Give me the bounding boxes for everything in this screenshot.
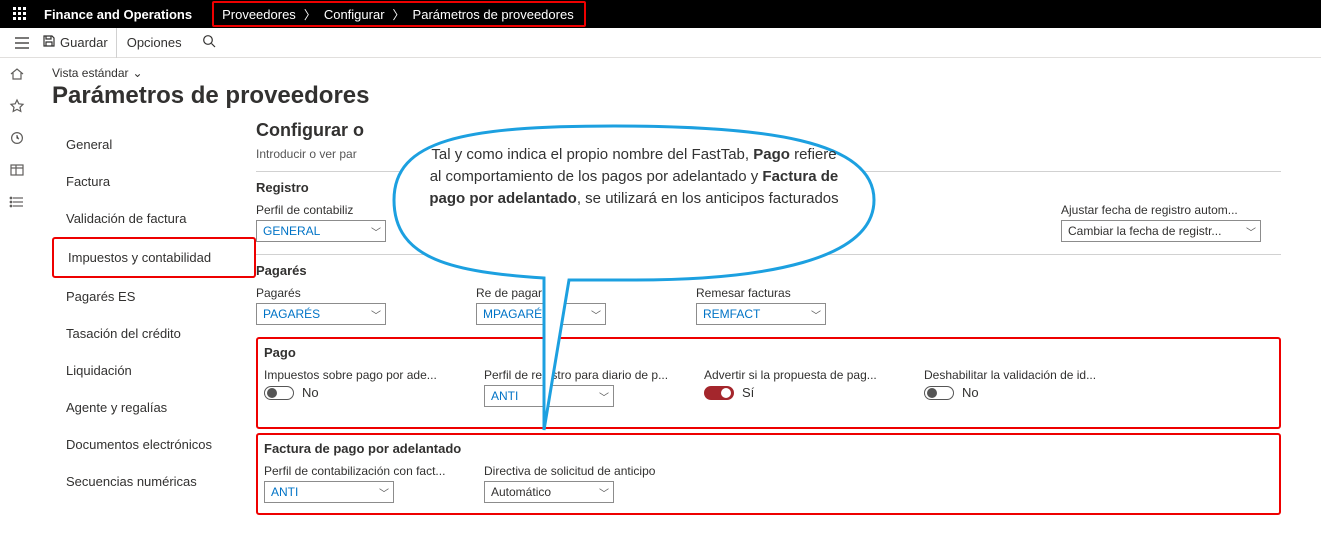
clock-icon[interactable] bbox=[9, 130, 25, 146]
ajustar-dropdown[interactable]: Cambiar la fecha de registr...﹀ bbox=[1061, 220, 1261, 242]
hamburger-icon[interactable] bbox=[8, 29, 36, 57]
sidenav-item-secuencias[interactable]: Secuencias numéricas bbox=[52, 463, 256, 500]
sidenav-item-impuestos[interactable]: Impuestos y contabilidad bbox=[52, 237, 256, 278]
annotation-callout: Tal y como indica el propio nombre del F… bbox=[334, 120, 894, 320]
directiva-dropdown[interactable]: Automático﹀ bbox=[484, 481, 614, 503]
content: Vista estándar ⌄ Parámetros de proveedor… bbox=[34, 58, 1321, 555]
sidenav-item-liquidacion[interactable]: Liquidación bbox=[52, 352, 256, 389]
sidenav-item-general[interactable]: General bbox=[52, 126, 256, 163]
brand-label: Finance and Operations bbox=[40, 7, 206, 22]
view-selector[interactable]: Vista estándar ⌄ bbox=[52, 66, 1321, 80]
perfilfact-dropdown[interactable]: ANTI﹀ bbox=[264, 481, 394, 503]
toggle-text: No bbox=[302, 385, 319, 400]
list-icon[interactable] bbox=[9, 194, 25, 210]
chevron-down-icon: ﹀ bbox=[599, 485, 609, 500]
breadcrumb-item[interactable]: Configurar bbox=[324, 7, 385, 22]
save-button[interactable]: Guardar bbox=[38, 28, 117, 58]
directiva-label: Directiva de solicitud de anticipo bbox=[484, 464, 684, 478]
page-title: Parámetros de proveedores bbox=[52, 82, 1321, 110]
toolbar: Guardar Opciones bbox=[0, 28, 1321, 58]
callout-text: , se utilizará en los anticipos facturad… bbox=[577, 190, 839, 207]
chevron-right-icon: 〉 bbox=[393, 6, 405, 23]
sidenav-item-documentos[interactable]: Documentos electrónicos bbox=[52, 426, 256, 463]
search-icon[interactable] bbox=[192, 34, 226, 51]
sidenav-item-validacion[interactable]: Validación de factura bbox=[52, 200, 256, 237]
imp-toggle[interactable] bbox=[264, 386, 294, 400]
breadcrumb-item[interactable]: Parámetros de proveedores bbox=[413, 7, 574, 22]
save-icon bbox=[42, 34, 56, 51]
waffle-icon[interactable] bbox=[0, 0, 40, 28]
callout-text: Tal y como indica el propio nombre del F… bbox=[431, 146, 753, 163]
chevron-down-icon: ⌄ bbox=[133, 66, 143, 80]
deshab-label: Deshabilitar la validación de id... bbox=[924, 368, 1124, 382]
deshab-toggle[interactable] bbox=[924, 386, 954, 400]
save-label: Guardar bbox=[60, 35, 108, 50]
sidenav-item-tasacion[interactable]: Tasación del crédito bbox=[52, 315, 256, 352]
left-rail bbox=[0, 58, 34, 555]
breadcrumb: Proveedores 〉 Configurar 〉 Parámetros de… bbox=[212, 1, 586, 27]
fasttab-facturapa[interactable]: Factura de pago por adelantado bbox=[264, 441, 1273, 462]
home-icon[interactable] bbox=[9, 66, 25, 82]
sidenav-item-pagareses[interactable]: Pagarés ES bbox=[52, 278, 256, 315]
chevron-down-icon: ﹀ bbox=[1246, 224, 1256, 239]
toggle-text: No bbox=[962, 385, 979, 400]
app-header: Finance and Operations Proveedores 〉 Con… bbox=[0, 0, 1321, 28]
perfilfact-label: Perfil de contabilización con fact... bbox=[264, 464, 464, 478]
grid-icon[interactable] bbox=[9, 162, 25, 178]
side-nav: General Factura Validación de factura Im… bbox=[52, 120, 256, 519]
options-button[interactable]: Opciones bbox=[117, 35, 192, 50]
callout-bold-1: Pago bbox=[753, 146, 790, 163]
chevron-down-icon: ﹀ bbox=[379, 485, 389, 500]
breadcrumb-item[interactable]: Proveedores bbox=[222, 7, 296, 22]
sidenav-item-factura[interactable]: Factura bbox=[52, 163, 256, 200]
star-icon[interactable] bbox=[9, 98, 25, 114]
sidenav-item-agente[interactable]: Agente y regalías bbox=[52, 389, 256, 426]
ajustar-label: Ajustar fecha de registro autom... bbox=[1061, 203, 1281, 217]
chevron-right-icon: 〉 bbox=[304, 6, 316, 23]
facturapa-highlight-box: Factura de pago por adelantado Perfil de… bbox=[256, 433, 1281, 515]
